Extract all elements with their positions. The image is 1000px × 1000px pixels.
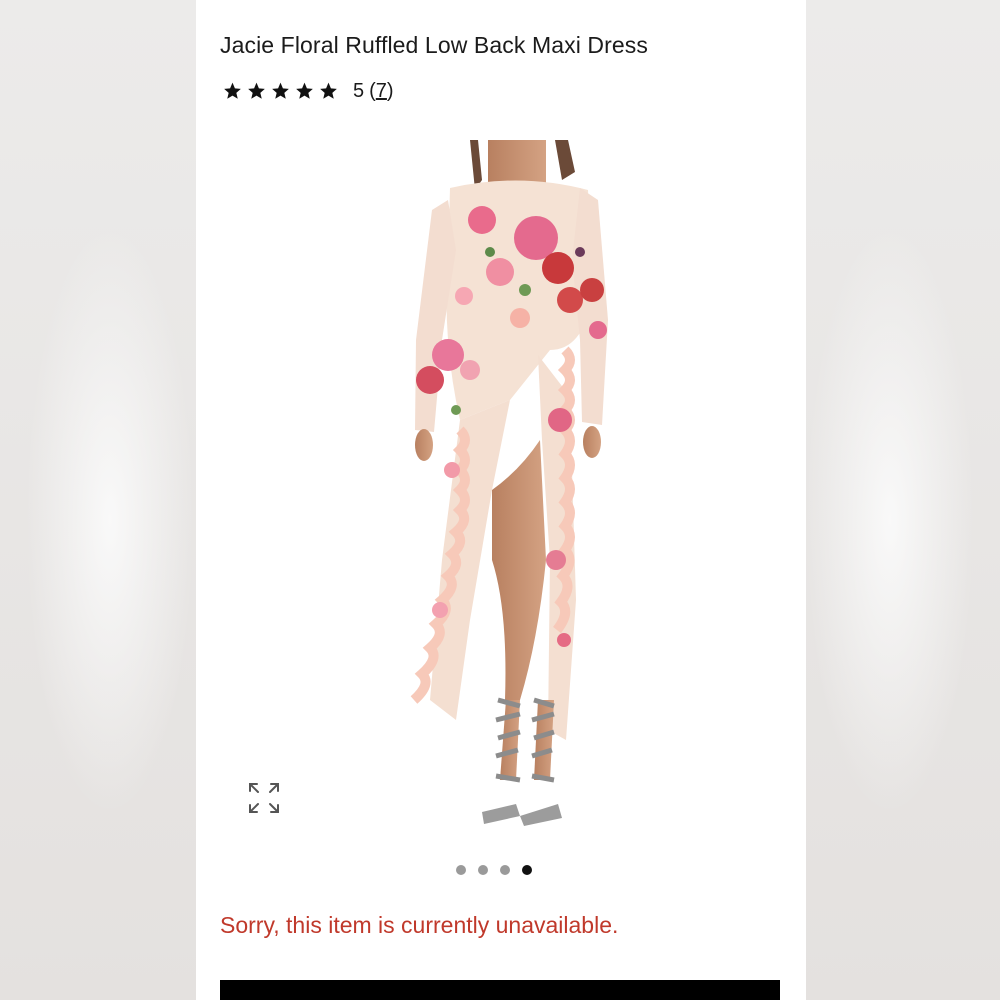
carousel-dot-2[interactable]	[478, 865, 488, 875]
availability-message: Sorry, this item is currently unavailabl…	[220, 912, 619, 938]
model-hand	[415, 429, 433, 461]
model-hair	[470, 140, 482, 190]
rating-value: 5	[353, 79, 365, 102]
star-icon	[224, 82, 241, 99]
product-photo[interactable]	[220, 140, 780, 830]
star-icon	[296, 82, 313, 99]
model-leg	[492, 440, 546, 700]
review-count[interactable]: (7)	[369, 80, 393, 103]
carousel-dots	[456, 865, 532, 875]
carousel-dot-1[interactable]	[456, 865, 466, 875]
expand-image-button[interactable]	[246, 780, 282, 816]
star-rating	[222, 81, 339, 101]
sandal-sole	[482, 804, 520, 824]
star-icon	[320, 82, 337, 99]
product-title: Jacie Floral Ruffled Low Back Maxi Dress	[220, 32, 648, 58]
model-leg	[534, 700, 554, 780]
model-hair	[555, 140, 575, 180]
model-leg	[500, 700, 520, 780]
expand-icon	[249, 783, 279, 813]
action-bar[interactable]	[220, 980, 780, 1000]
carousel-dot-3[interactable]	[500, 865, 510, 875]
star-icon	[248, 82, 265, 99]
carousel-dot-4[interactable]	[522, 865, 532, 875]
review-count-link[interactable]: 7	[376, 80, 387, 102]
product-rating: 5 (7)	[222, 77, 394, 105]
sandal-sole	[520, 804, 562, 826]
star-icon	[272, 82, 289, 99]
product-panel: Jacie Floral Ruffled Low Back Maxi Dress…	[196, 0, 806, 1000]
model-hand	[583, 426, 601, 458]
